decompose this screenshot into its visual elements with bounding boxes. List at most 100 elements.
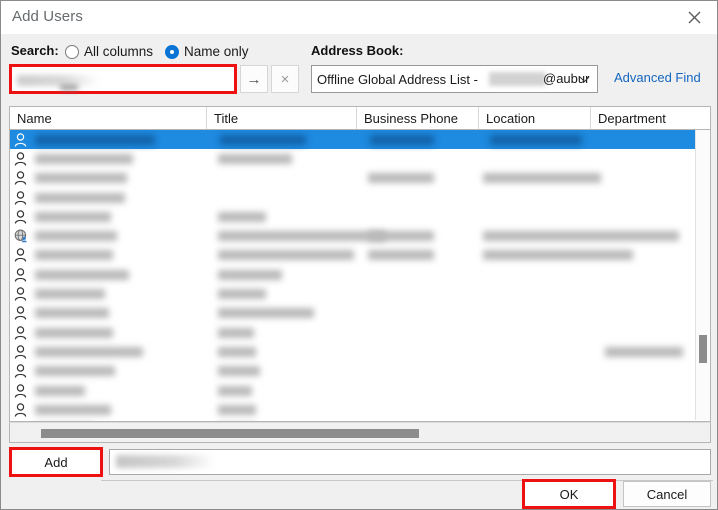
table-row[interactable]	[10, 304, 710, 323]
row-name-redacted	[35, 192, 125, 203]
person-icon	[10, 190, 31, 205]
address-book-select[interactable]: Offline Global Address List - @aubur	[311, 65, 598, 93]
table-row[interactable]	[10, 207, 710, 226]
row-title-redacted	[218, 211, 266, 222]
row-name-redacted	[35, 346, 143, 357]
search-clear-button[interactable]: ×	[271, 65, 299, 93]
add-users-dialog: Add Users Search: All columns Name only …	[0, 0, 718, 510]
table-row[interactable]	[10, 284, 710, 303]
row-name-redacted	[35, 327, 113, 338]
row-phone-redacted	[368, 173, 434, 184]
row-name-redacted	[35, 269, 129, 280]
footer-divider	[101, 480, 713, 481]
table-row[interactable]	[10, 130, 710, 150]
person-icon	[10, 345, 31, 359]
row-location-redacted	[490, 134, 582, 145]
add-button-highlight: Add	[9, 447, 103, 477]
radio-all-columns-dot	[65, 44, 79, 59]
search-input-cursor-mark	[60, 85, 78, 90]
recipient-redacted-text	[116, 455, 214, 468]
row-name-redacted	[35, 173, 127, 184]
address-book-label: Address Book:	[311, 43, 404, 58]
row-name-redacted	[35, 211, 111, 222]
row-location-redacted	[483, 173, 601, 184]
title-bar: Add Users	[1, 1, 717, 34]
chevron-glyph	[579, 76, 590, 83]
page-title: Add Users	[12, 8, 83, 25]
person-icon	[10, 268, 31, 282]
search-go-button[interactable]: →	[240, 65, 268, 93]
row-location-redacted	[483, 231, 679, 242]
chevron-down-icon	[579, 74, 590, 86]
person-icon	[10, 152, 31, 166]
vertical-scrollbar[interactable]	[695, 130, 710, 420]
search-input-highlight	[9, 64, 237, 94]
vertical-scrollbar-thumb[interactable]	[699, 335, 707, 363]
row-phone-redacted	[368, 231, 434, 242]
row-name-redacted	[35, 289, 105, 300]
advanced-find-link[interactable]: Advanced Find	[614, 70, 701, 85]
person-icon	[10, 383, 31, 398]
person-icon	[10, 248, 31, 263]
arrow-right-icon: →	[246, 70, 262, 88]
row-title-redacted	[218, 366, 260, 377]
close-glyph	[688, 11, 701, 23]
row-name-redacted	[35, 404, 111, 415]
row-department-redacted	[605, 346, 683, 357]
table-row[interactable]	[10, 149, 710, 168]
radio-name-only-dot	[165, 44, 179, 59]
column-header-title[interactable]: Title	[207, 107, 357, 129]
column-header-name[interactable]: Name	[10, 107, 207, 129]
row-phone-redacted	[368, 250, 434, 261]
ok-button-highlight: OK	[522, 479, 616, 509]
person-icon	[10, 364, 31, 378]
column-header-department[interactable]: Department	[591, 107, 710, 129]
table-row[interactable]	[10, 226, 710, 245]
column-header-business-phone[interactable]: Business Phone	[357, 107, 479, 129]
table-row[interactable]	[10, 323, 710, 342]
close-icon[interactable]	[672, 1, 717, 33]
radio-all-columns-label: All columns	[84, 44, 154, 59]
person-icon	[10, 403, 31, 417]
row-title-redacted	[218, 327, 254, 338]
row-title-redacted	[218, 289, 266, 300]
row-title-redacted	[218, 250, 354, 261]
add-button[interactable]: Add	[12, 450, 100, 474]
table-row[interactable]	[10, 400, 710, 419]
ok-button[interactable]: OK	[525, 482, 613, 506]
table-row[interactable]	[10, 169, 710, 188]
row-title-redacted	[218, 269, 282, 280]
radio-name-only-label: Name only	[184, 44, 249, 59]
table-row[interactable]	[10, 188, 710, 207]
row-title-redacted	[218, 231, 386, 242]
table-row[interactable]	[10, 246, 710, 265]
globe-person-icon	[10, 229, 31, 243]
row-name-redacted	[35, 366, 115, 377]
row-name-redacted	[35, 308, 109, 319]
cancel-button[interactable]: Cancel	[623, 481, 711, 507]
row-title-redacted	[220, 134, 306, 145]
row-location-redacted	[483, 250, 633, 261]
row-name-redacted	[35, 385, 85, 396]
person-icon	[10, 325, 31, 340]
row-name-redacted	[35, 134, 155, 145]
table-row[interactable]	[10, 362, 710, 381]
recipient-input[interactable]	[109, 449, 711, 475]
radio-all-columns[interactable]: All columns	[65, 44, 153, 59]
row-phone-redacted	[370, 134, 434, 145]
address-book-redacted-text	[489, 72, 546, 86]
table-row[interactable]	[10, 381, 710, 400]
row-title-redacted	[218, 385, 252, 396]
person-icon	[10, 210, 31, 224]
horizontal-scrollbar[interactable]	[9, 422, 711, 443]
radio-name-only[interactable]: Name only	[165, 44, 249, 59]
person-icon	[10, 132, 31, 147]
list-column-headers: Name Title Business Phone Location Depar…	[9, 106, 711, 130]
horizontal-scrollbar-thumb[interactable]	[41, 429, 419, 438]
column-header-location[interactable]: Location	[479, 107, 591, 129]
table-row[interactable]	[10, 265, 710, 284]
row-name-redacted	[35, 231, 117, 242]
table-row[interactable]	[10, 342, 710, 361]
person-icon	[10, 287, 31, 301]
row-title-redacted	[218, 308, 314, 319]
